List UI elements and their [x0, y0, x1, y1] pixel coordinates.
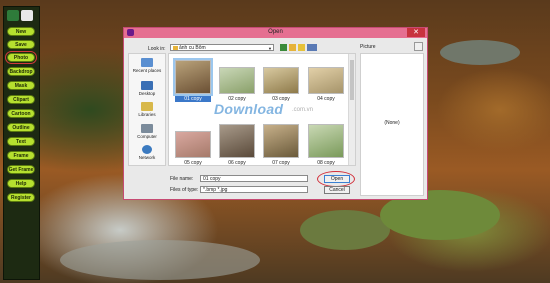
open-button[interactable]: Open	[324, 175, 350, 183]
backdrop-button[interactable]: Backdrop	[7, 67, 35, 76]
watermark: Download	[214, 101, 284, 117]
file-item[interactable]: 03 copy	[263, 67, 299, 102]
file-type-value: *.bmp *.jpg	[203, 187, 228, 193]
picture-none-text: (None)	[384, 120, 400, 126]
cancel-button[interactable]: Cancel	[324, 186, 350, 194]
outline-button[interactable]: Outline	[7, 123, 35, 132]
photo-thumbnail	[175, 131, 211, 158]
file-name-label: File name:	[170, 176, 194, 182]
mossy-rock	[300, 210, 390, 250]
new-button[interactable]: New	[7, 27, 35, 36]
file-name: 05 copy	[184, 160, 202, 166]
place-network[interactable]: Network	[129, 145, 165, 160]
dialog-title: Open	[268, 29, 283, 35]
tools-sidebar: New Save Photo Backdrop Mask Clipart Car…	[3, 6, 40, 280]
photo-thumbnail	[263, 124, 299, 158]
watermark-suffix: .com.vn	[292, 107, 314, 113]
file-item[interactable]: 02 copy	[219, 67, 255, 102]
recent-places-icon	[141, 58, 153, 67]
place-desktop[interactable]: Desktop	[129, 81, 165, 96]
mask-button[interactable]: Mask	[7, 81, 35, 90]
file-name: 08 copy	[317, 160, 335, 166]
file-type-dropdown[interactable]: *.bmp *.jpg	[200, 186, 308, 193]
file-type-label: Files of type:	[170, 187, 199, 193]
file-item[interactable]: 05 copy	[175, 131, 211, 166]
desktop-icon	[141, 81, 153, 90]
place-label: Computer	[137, 134, 157, 139]
file-name: 01 copy	[175, 96, 211, 102]
look-in-value: ảnh cu Bôm	[179, 45, 206, 51]
libraries-icon	[141, 102, 153, 111]
file-name: 07 copy	[272, 160, 290, 166]
place-label: Recent places	[132, 68, 162, 73]
new-folder-icon[interactable]	[298, 44, 305, 51]
document-icon[interactable]	[21, 10, 33, 21]
photo-thumbnail	[173, 58, 213, 96]
frame-button[interactable]: Frame	[7, 151, 35, 160]
clipart-button[interactable]: Clipart	[7, 95, 35, 104]
up-folder-icon[interactable]	[289, 44, 296, 51]
look-in-label: Look in:	[148, 46, 166, 52]
register-button[interactable]: Register	[7, 193, 35, 202]
stream-water	[60, 240, 260, 280]
network-icon	[142, 145, 152, 154]
place-label: Desktop	[138, 91, 156, 96]
photo-button[interactable]: Photo	[5, 51, 37, 64]
back-icon[interactable]	[280, 44, 287, 51]
get-frame-button[interactable]: Get Frame	[7, 165, 35, 174]
help-button[interactable]: Help	[7, 179, 35, 188]
cartoon-button[interactable]: Cartoon	[7, 109, 35, 118]
close-button[interactable]: ✕	[407, 28, 425, 37]
folder-icon	[173, 46, 178, 50]
file-item[interactable]: 07 copy	[263, 124, 299, 166]
photo-thumbnail	[308, 124, 344, 158]
nav-toolbar	[280, 44, 317, 51]
dialog-titlebar[interactable]: Open ✕	[124, 28, 427, 38]
picture-label: Picture	[360, 44, 376, 50]
file-item[interactable]: 04 copy	[308, 67, 344, 102]
photo-thumbnail	[219, 124, 255, 158]
view-menu-icon[interactable]	[307, 44, 317, 51]
file-name: 04 copy	[317, 96, 335, 102]
picture-preview: (None)	[360, 53, 424, 196]
file-name-field[interactable]: 01 copy	[200, 175, 308, 182]
place-label: Network	[138, 155, 156, 160]
file-item[interactable]: 01 copy	[173, 58, 213, 102]
file-name: 06 copy	[228, 160, 246, 166]
look-in-dropdown[interactable]: ảnh cu Bôm ▼	[170, 44, 274, 51]
places-bar: Recent places Desktop Libraries Computer…	[128, 53, 166, 166]
rock	[440, 40, 520, 65]
file-list-scrollbar[interactable]	[348, 54, 355, 165]
photo-thumbnail	[308, 67, 344, 94]
file-item[interactable]: 06 copy	[219, 124, 255, 166]
text-button[interactable]: Text	[7, 137, 35, 146]
app-logo-icon	[7, 10, 19, 21]
chevron-down-icon: ▼	[268, 46, 272, 51]
save-button[interactable]: Save	[7, 40, 35, 49]
place-label: Libraries	[138, 112, 156, 117]
photo-thumbnail	[219, 67, 255, 94]
place-recent-places[interactable]: Recent places	[129, 58, 165, 73]
place-computer[interactable]: Computer	[129, 124, 165, 139]
file-name-value: 01 copy	[203, 176, 221, 182]
picture-toggle-button[interactable]	[414, 42, 423, 51]
scrollbar-thumb[interactable]	[350, 60, 354, 100]
place-libraries[interactable]: Libraries	[129, 102, 165, 117]
computer-icon	[141, 124, 153, 133]
file-item[interactable]: 08 copy	[308, 124, 344, 166]
photo-thumbnail	[263, 67, 299, 94]
